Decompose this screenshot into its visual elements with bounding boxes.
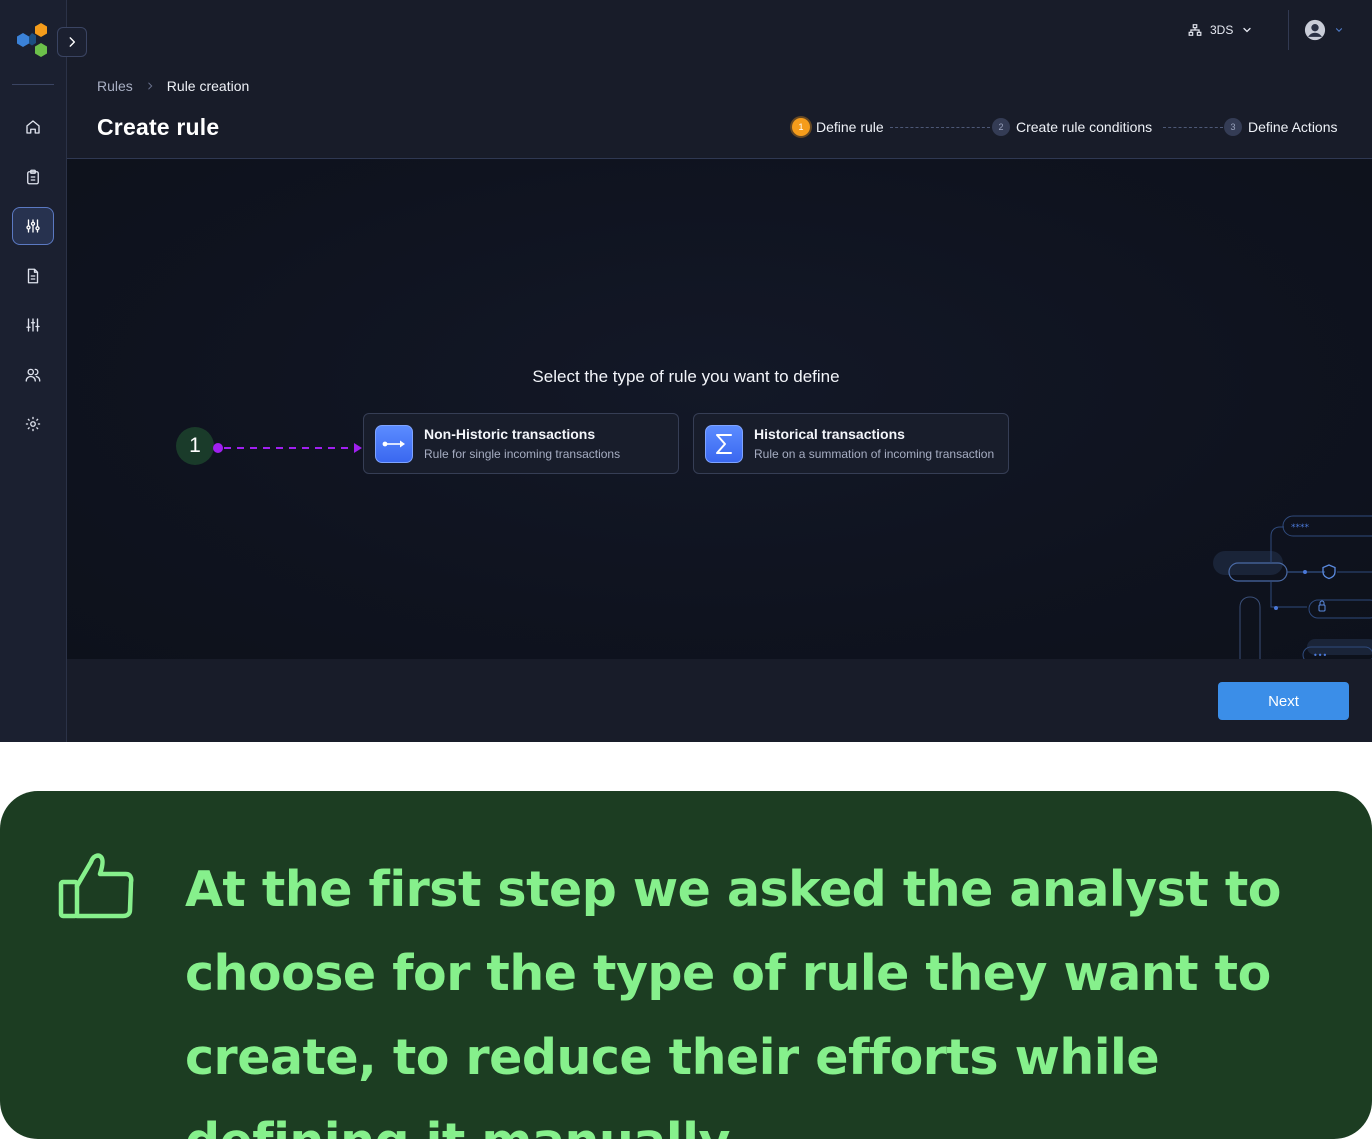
option-title: Non-Historic transactions: [424, 426, 596, 442]
organization-label: 3DS: [1210, 23, 1234, 37]
filter-sliders-icon: [26, 318, 40, 332]
topbar-separator: [1288, 10, 1289, 50]
step-label: Create rule conditions: [1016, 119, 1153, 135]
sidebar: [0, 0, 67, 742]
step-connector: [890, 127, 990, 128]
option-text: Non-Historic transactions Rule for singl…: [424, 426, 620, 461]
document-icon: [27, 268, 39, 284]
chevron-right-icon: [69, 37, 76, 47]
footer-bar: Next: [67, 659, 1372, 742]
arrow-connector-icon: [375, 424, 413, 463]
clipboard-icon: [27, 169, 39, 185]
breadcrumb-separator-icon: [148, 82, 153, 90]
step-create-rule-conditions[interactable]: 2 Create rule conditions: [992, 118, 1152, 136]
step-define-rule[interactable]: 1 Define rule: [792, 118, 884, 136]
home-icon: [26, 120, 40, 134]
dots-field-text: •••: [1313, 651, 1327, 659]
annotation-text: At the first step we asked the analyst t…: [185, 861, 1281, 1139]
sidebar-divider: [12, 84, 54, 85]
step-number: 1: [792, 118, 810, 136]
sidebar-expand-button[interactable]: [57, 27, 87, 57]
rule-type-canvas: Select the type of rule you want to defi…: [67, 159, 1372, 659]
rule-type-prompt: Select the type of rule you want to defi…: [532, 367, 840, 386]
option-text: Historical transactions Rule on a summat…: [754, 426, 994, 461]
step-number: 2: [992, 118, 1010, 136]
option-subtitle: Rule on a summation of incoming transact…: [754, 447, 995, 461]
step-define-actions[interactable]: 3 Define Actions: [1224, 118, 1338, 136]
organization-selector[interactable]: 3DS: [1188, 20, 1253, 40]
sidebar-item-filters[interactable]: [12, 306, 54, 344]
step-label: Define Actions: [1248, 119, 1338, 135]
callout-arrow: [213, 443, 362, 453]
sigma-icon: [705, 424, 743, 463]
option-subtitle: Rule for single incoming transactions: [424, 447, 621, 461]
gear-icon: [25, 416, 41, 432]
breadcrumb-current: Rule creation: [166, 78, 250, 94]
rule-type-option-historical[interactable]: Historical transactions Rule on a summat…: [693, 413, 1009, 474]
sidebar-item-home[interactable]: [12, 108, 54, 146]
security-circuit-illustration: **** •••: [1213, 515, 1372, 659]
step-label: Define rule: [816, 119, 884, 135]
sidebar-item-settings[interactable]: [12, 405, 54, 443]
sidebar-item-reports[interactable]: [12, 257, 54, 295]
breadcrumb-rules-link[interactable]: Rules: [97, 78, 133, 94]
brand-logo: [17, 23, 47, 57]
breadcrumb: Rules Rule creation: [97, 78, 249, 94]
masked-field-text: ****: [1291, 523, 1310, 533]
users-icon: [25, 368, 41, 382]
step-connector: [1163, 127, 1223, 128]
user-menu[interactable]: [1304, 19, 1344, 41]
hierarchy-icon: [1188, 24, 1202, 36]
step-number: 3: [1224, 118, 1242, 136]
sliders-icon: [26, 219, 40, 233]
chevron-down-icon: [1335, 28, 1343, 33]
option-title: Historical transactions: [754, 426, 905, 442]
avatar-icon: [1304, 19, 1326, 41]
sidebar-item-tasks[interactable]: [12, 158, 54, 196]
callout-number-badge: 1: [176, 427, 214, 465]
page-title: Create rule: [97, 114, 220, 140]
chevron-down-icon: [1243, 27, 1251, 33]
thumbs-up-icon: [58, 853, 134, 919]
sidebar-item-users[interactable]: [12, 356, 54, 394]
next-button[interactable]: Next: [1218, 682, 1349, 720]
app-window: 3DS Rules Rule creation Create rule 1 De…: [0, 0, 1372, 742]
rule-type-option-non-historic[interactable]: Non-Historic transactions Rule for singl…: [363, 413, 679, 474]
sidebar-item-rules[interactable]: [12, 207, 54, 245]
